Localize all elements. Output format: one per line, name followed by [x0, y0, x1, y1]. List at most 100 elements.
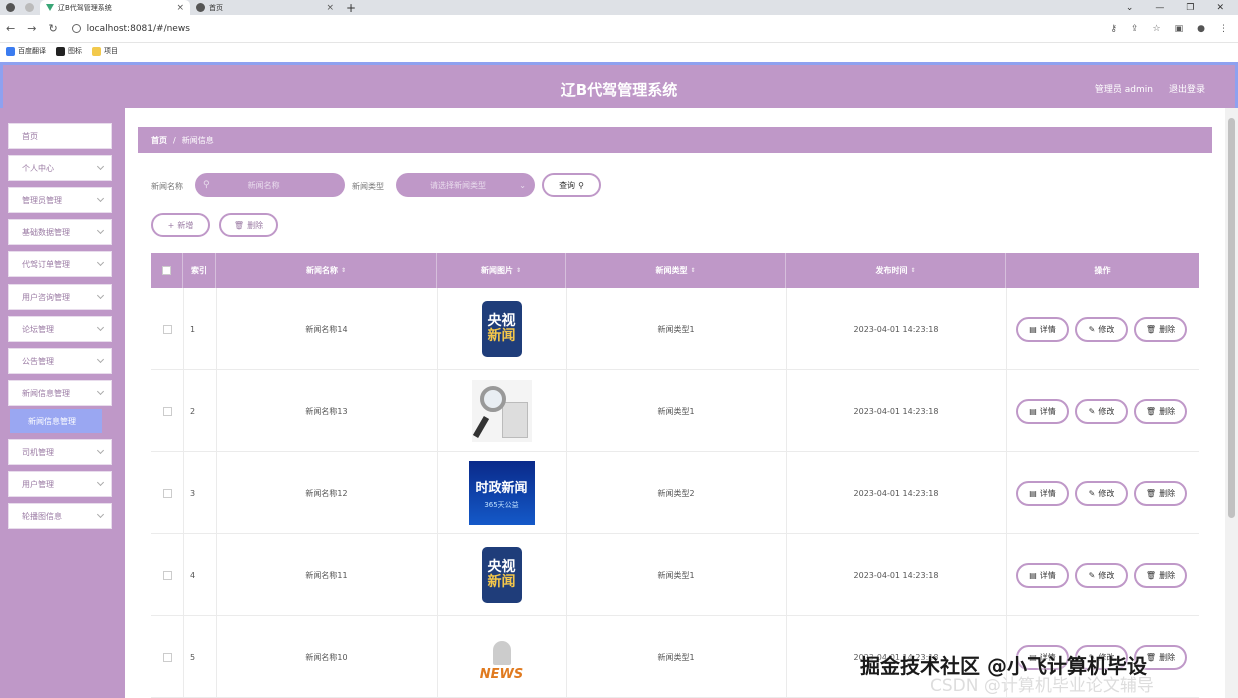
- row-news-image[interactable]: [437, 370, 566, 452]
- delete-button[interactable]: 🗑 删除: [1134, 563, 1187, 588]
- col-publish-time[interactable]: 发布时间 ⇕: [786, 253, 1006, 288]
- sidebar-item[interactable]: 新闻信息管理: [8, 380, 112, 406]
- row-checkbox-cell[interactable]: [151, 534, 183, 616]
- sort-icon[interactable]: ⇕: [910, 267, 915, 274]
- close-tab-icon[interactable]: ×: [176, 3, 184, 13]
- sidebar-item[interactable]: 首页: [8, 123, 112, 149]
- reload-icon[interactable]: ↻: [48, 22, 57, 35]
- edit-button[interactable]: ✎ 修改: [1075, 399, 1128, 424]
- bookmark-icons[interactable]: 图标: [56, 46, 82, 56]
- sidebar-item[interactable]: 公告管理: [8, 348, 112, 374]
- row-checkbox-cell[interactable]: [151, 452, 183, 534]
- thumb-text: 新闻: [487, 574, 516, 590]
- news-type-select[interactable]: 请选择新闻类型 ⌄: [396, 173, 535, 197]
- sidebar-item[interactable]: 用户咨询管理: [8, 284, 112, 310]
- back-icon[interactable]: ←: [6, 22, 15, 35]
- row-news-image[interactable]: 央视 新闻: [437, 288, 566, 370]
- col-label: 新闻名称: [305, 266, 338, 275]
- select-all-checkbox[interactable]: [162, 266, 171, 275]
- sort-icon[interactable]: ⇕: [690, 267, 695, 274]
- paper-shape: [501, 402, 528, 438]
- edit-button[interactable]: ✎ 修改: [1075, 481, 1128, 506]
- edit-label: 修改: [1098, 325, 1115, 334]
- profile-icon[interactable]: ●: [1197, 24, 1205, 34]
- chevron-down-icon: [96, 478, 105, 487]
- url-field[interactable]: localhost:8081/#/news: [71, 18, 1111, 40]
- sidebar-item[interactable]: 用户管理: [8, 471, 112, 497]
- bookmark-projects[interactable]: 项目: [92, 46, 118, 56]
- new-tab-icon[interactable]: +: [346, 1, 356, 15]
- delete-button[interactable]: 🗑 删除: [1134, 481, 1187, 506]
- delete-button[interactable]: 🗑 删除: [1134, 399, 1187, 424]
- url-text: localhost:8081/#/news: [86, 23, 190, 34]
- logout-link[interactable]: 退出登录: [1169, 82, 1205, 95]
- submenu-news-info[interactable]: 新闻信息管理: [10, 409, 102, 433]
- sidebar-item[interactable]: 论坛管理: [8, 316, 112, 342]
- detail-button[interactable]: ▤ 详情: [1016, 481, 1069, 506]
- share-icon[interactable]: ⇪: [1131, 24, 1139, 34]
- col-label: 操作: [1094, 266, 1111, 275]
- edit-button[interactable]: ✎ 修改: [1075, 317, 1128, 342]
- close-window-icon[interactable]: ✕: [1216, 3, 1224, 13]
- chrome-icon[interactable]: [6, 3, 15, 12]
- restore-icon[interactable]: ❐: [1186, 3, 1194, 13]
- sidebar-item[interactable]: 管理员管理: [8, 187, 112, 213]
- bookmark-translate[interactable]: 百度翻译: [6, 46, 46, 56]
- row-checkbox[interactable]: [162, 488, 172, 498]
- row-news-image[interactable]: 央视 新闻: [437, 534, 566, 616]
- col-news-image[interactable]: 新闻图片 ⇕: [437, 253, 566, 288]
- col-news-name[interactable]: 新闻名称 ⇕: [216, 253, 437, 288]
- row-news-type: 新闻类型1: [657, 652, 695, 662]
- tab-inactive[interactable]: 首页 ×: [190, 0, 340, 15]
- row-checkbox-cell[interactable]: [151, 616, 183, 698]
- row-news-image[interactable]: 时政新闻 365天公益: [437, 452, 566, 534]
- sort-icon[interactable]: ⇕: [516, 267, 521, 274]
- key-icon[interactable]: ⚷: [1110, 24, 1117, 34]
- search-icon: ⚲: [578, 180, 584, 190]
- tab-thumb-icon[interactable]: [25, 3, 34, 12]
- minimize-icon[interactable]: —: [1155, 3, 1164, 13]
- sidepanel-icon[interactable]: ▣: [1175, 24, 1184, 34]
- add-button[interactable]: + 新增: [151, 213, 210, 237]
- edit-button[interactable]: ✎ 修改: [1075, 563, 1128, 588]
- chevron-down-icon[interactable]: ⌄: [1126, 3, 1134, 13]
- row-news-image[interactable]: NEWS: [437, 616, 566, 698]
- close-tab-icon[interactable]: ×: [326, 3, 334, 13]
- delete-label: 删除: [1159, 571, 1176, 580]
- sidebar-item[interactable]: 代驾订单管理: [8, 251, 112, 277]
- query-button[interactable]: 查询 ⚲: [542, 173, 601, 197]
- delete-button[interactable]: 🗑 删除: [1134, 317, 1187, 342]
- nav-buttons: ← → ↻: [0, 22, 58, 35]
- tab-label: 辽B代驾管理系统: [58, 3, 112, 12]
- star-icon[interactable]: ☆: [1153, 24, 1161, 34]
- sidebar-item[interactable]: 个人中心: [8, 155, 112, 181]
- detail-button[interactable]: ▤ 详情: [1016, 399, 1069, 424]
- row-news-name: 新闻名称13: [305, 406, 348, 416]
- row-checkbox[interactable]: [162, 406, 172, 416]
- tab-active[interactable]: 辽B代驾管理系统 ×: [40, 0, 190, 15]
- sidebar-item[interactable]: 轮播图信息: [8, 503, 112, 529]
- select-all-checkbox-cell[interactable]: [151, 253, 183, 288]
- sort-icon[interactable]: ⇕: [341, 267, 346, 274]
- menu-icon[interactable]: ⋮: [1219, 24, 1228, 34]
- scrollbar-thumb[interactable]: [1228, 118, 1235, 518]
- sidebar-item[interactable]: 司机管理: [8, 439, 112, 465]
- news-name-input[interactable]: ⚲ 新闻名称: [195, 173, 345, 197]
- forward-icon[interactable]: →: [27, 22, 36, 35]
- info-icon[interactable]: [71, 24, 81, 33]
- sidebar-item[interactable]: 基础数据管理: [8, 219, 112, 245]
- bookmark-label: 项目: [104, 47, 118, 55]
- row-checkbox[interactable]: [162, 652, 172, 662]
- batch-delete-button[interactable]: 🗑 删除: [219, 213, 278, 237]
- row-checkbox-cell[interactable]: [151, 288, 183, 370]
- row-checkbox-cell[interactable]: [151, 370, 183, 452]
- detail-button[interactable]: ▤ 详情: [1016, 563, 1069, 588]
- detail-button[interactable]: ▤ 详情: [1016, 317, 1069, 342]
- row-checkbox[interactable]: [162, 324, 172, 334]
- breadcrumb-home[interactable]: 首页: [151, 135, 167, 146]
- scrollbar[interactable]: [1225, 108, 1238, 698]
- col-news-type[interactable]: 新闻类型 ⇕: [566, 253, 786, 288]
- image-icon: [56, 46, 65, 56]
- table-row: 1 新闻名称14 央视 新闻 新闻类型1 2023-04-01 14:23:18 ▤ 详情 ✎ 修…: [151, 288, 1199, 370]
- row-checkbox[interactable]: [162, 570, 172, 580]
